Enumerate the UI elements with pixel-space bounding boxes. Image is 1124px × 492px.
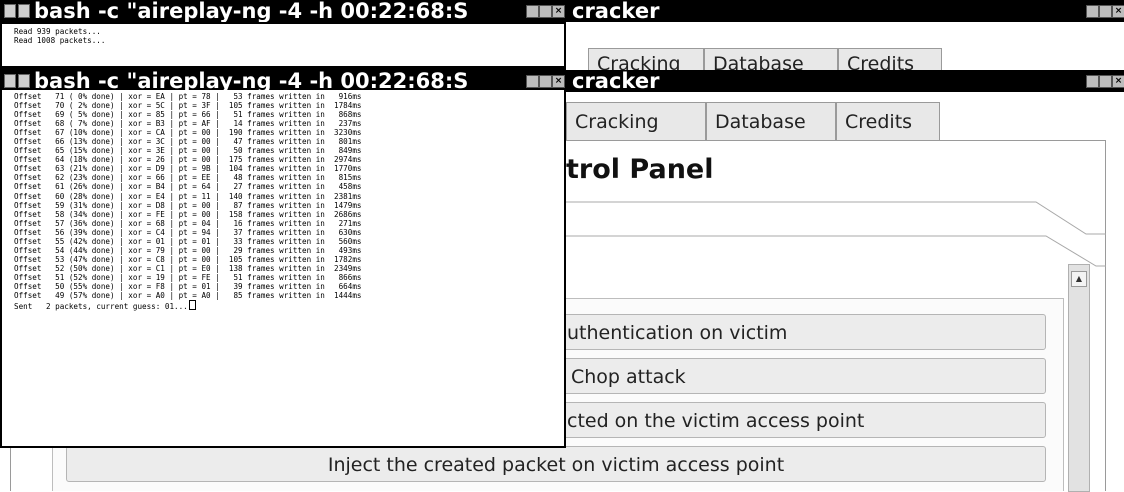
vertical-scrollbar[interactable]: ▲ (1068, 264, 1090, 492)
minimize-icon[interactable] (1086, 75, 1099, 88)
terminal-line: Offset 66 (13% done) | xor = 3C | pt = 0… (14, 137, 362, 147)
frame-divider (566, 201, 1106, 267)
cracker-titlebar: cracker × (566, 70, 1124, 92)
terminal-line: Offset 51 (52% done) | xor = 19 | pt = F… (14, 272, 362, 282)
close-icon[interactable]: × (552, 5, 565, 18)
action-label: Chop attack (571, 366, 686, 388)
close-icon[interactable]: × (1112, 5, 1124, 18)
page-title: trol Panel (566, 154, 714, 185)
close-icon[interactable]: × (1112, 75, 1124, 88)
tab-label: Database (715, 111, 806, 133)
tab-database[interactable]: Database (706, 102, 836, 140)
terminal-line: Offset 62 (23% done) | xor = 66 | pt = E… (14, 173, 362, 183)
back-cracker-title: cracker (572, 0, 660, 22)
terminal-line: Offset 52 (50% done) | xor = C1 | pt = E… (14, 263, 362, 273)
terminal-body[interactable]: Offset 71 ( 0% done) | xor = EA | pt = 7… (0, 90, 566, 448)
back-tab-credits[interactable]: Credits (838, 48, 942, 72)
minimize-icon[interactable] (526, 5, 539, 18)
terminal-line: Offset 54 (44% done) | xor = 79 | pt = 0… (14, 245, 362, 255)
terminal-line: Offset 53 (47% done) | xor = C8 | pt = 0… (14, 254, 362, 264)
terminal-line: Offset 61 (26% done) | xor = B4 | pt = 6… (14, 182, 362, 192)
maximize-icon[interactable] (1099, 75, 1112, 88)
minimize-icon[interactable] (526, 75, 539, 88)
terminal-prompt-line: Sent 2 packets, current guess: 01... (14, 300, 361, 311)
action-label: cted on the victim access point (567, 410, 865, 432)
action-label: Inject the created packet on victim acce… (327, 454, 785, 476)
scroll-up-icon[interactable]: ▲ (1071, 271, 1087, 287)
terminal-line: Offset 63 (21% done) | xor = D9 | pt = 9… (14, 164, 362, 174)
action-label: uthentication on victim (567, 322, 788, 344)
back-cracker-titlebar: cracker × (566, 0, 1124, 22)
tab-credits[interactable]: Credits (836, 102, 940, 140)
maximize-icon[interactable] (1099, 5, 1112, 18)
back-terminal-title: bash -c "aireplay-ng -4 -h 00:22:68:S (34, 0, 469, 22)
back-terminal-line: Read 939 packets... (14, 27, 101, 36)
inject-packet-button[interactable]: Inject the created packet on victim acce… (66, 446, 1046, 482)
minimize-icon[interactable] (1086, 5, 1099, 18)
terminal-line: Offset 68 ( 7% done) | xor = B3 | pt = A… (14, 119, 362, 129)
terminal-icon (4, 4, 32, 22)
terminal-line: Offset 57 (36% done) | xor = 68 | pt = 0… (14, 218, 362, 228)
terminal-line: Offset 58 (34% done) | xor = FE | pt = 0… (14, 209, 362, 219)
maximize-icon[interactable] (539, 5, 552, 18)
back-terminal-line: Read 1008 packets... (14, 36, 106, 45)
terminal-output: Offset 71 ( 0% done) | xor = EA | pt = 7… (14, 92, 361, 311)
tab-cracking[interactable]: Cracking (566, 102, 706, 140)
cursor-icon (188, 300, 196, 311)
tab-label: Credits (845, 111, 913, 133)
terminal-line: Offset 55 (42% done) | xor = 01 | pt = 0… (14, 236, 362, 246)
terminal-titlebar: bash -c "aireplay-ng -4 -h 00:22:68:S × (0, 68, 566, 92)
terminal-line: Offset 49 (57% done) | xor = A0 | pt = A… (14, 291, 362, 301)
cracker-title: cracker (572, 70, 660, 92)
close-icon[interactable]: × (552, 75, 565, 88)
back-terminal-body[interactable]: Read 939 packets... Read 1008 packets... (0, 22, 566, 68)
back-tab-cracking[interactable]: Cracking (588, 48, 704, 72)
terminal-line: Offset 56 (39% done) | xor = C4 | pt = 9… (14, 227, 362, 237)
terminal-line: Offset 50 (55% done) | xor = F8 | pt = 0… (14, 281, 362, 291)
terminal-line: Offset 59 (31% done) | xor = D8 | pt = 0… (14, 200, 362, 210)
terminal-line: Offset 70 ( 2% done) | xor = 5C | pt = 3… (14, 101, 362, 111)
terminal-title: bash -c "aireplay-ng -4 -h 00:22:68:S (34, 69, 469, 92)
terminal-line: Offset 60 (28% done) | xor = E4 | pt = 1… (14, 191, 362, 201)
terminal-line: Offset 71 ( 0% done) | xor = EA | pt = 7… (14, 92, 362, 101)
back-terminal-titlebar: bash -c "aireplay-ng -4 -h 00:22:68:S × (0, 0, 566, 22)
tab-label: Cracking (575, 111, 659, 133)
maximize-icon[interactable] (539, 75, 552, 88)
terminal-line: Offset 65 (15% done) | xor = 3E | pt = 0… (14, 146, 362, 156)
back-tab-database[interactable]: Database (704, 48, 838, 72)
back-cracker-body: Cracking Database Credits (566, 22, 1124, 72)
terminal-line: Offset 64 (18% done) | xor = 26 | pt = 0… (14, 155, 362, 165)
terminal-line: Offset 69 ( 5% done) | xor = 85 | pt = 6… (14, 110, 362, 120)
terminal-status-text: Sent 2 packets, current guess: 01... (14, 302, 188, 312)
terminal-line: Offset 67 (10% done) | xor = CA | pt = 0… (14, 128, 362, 138)
